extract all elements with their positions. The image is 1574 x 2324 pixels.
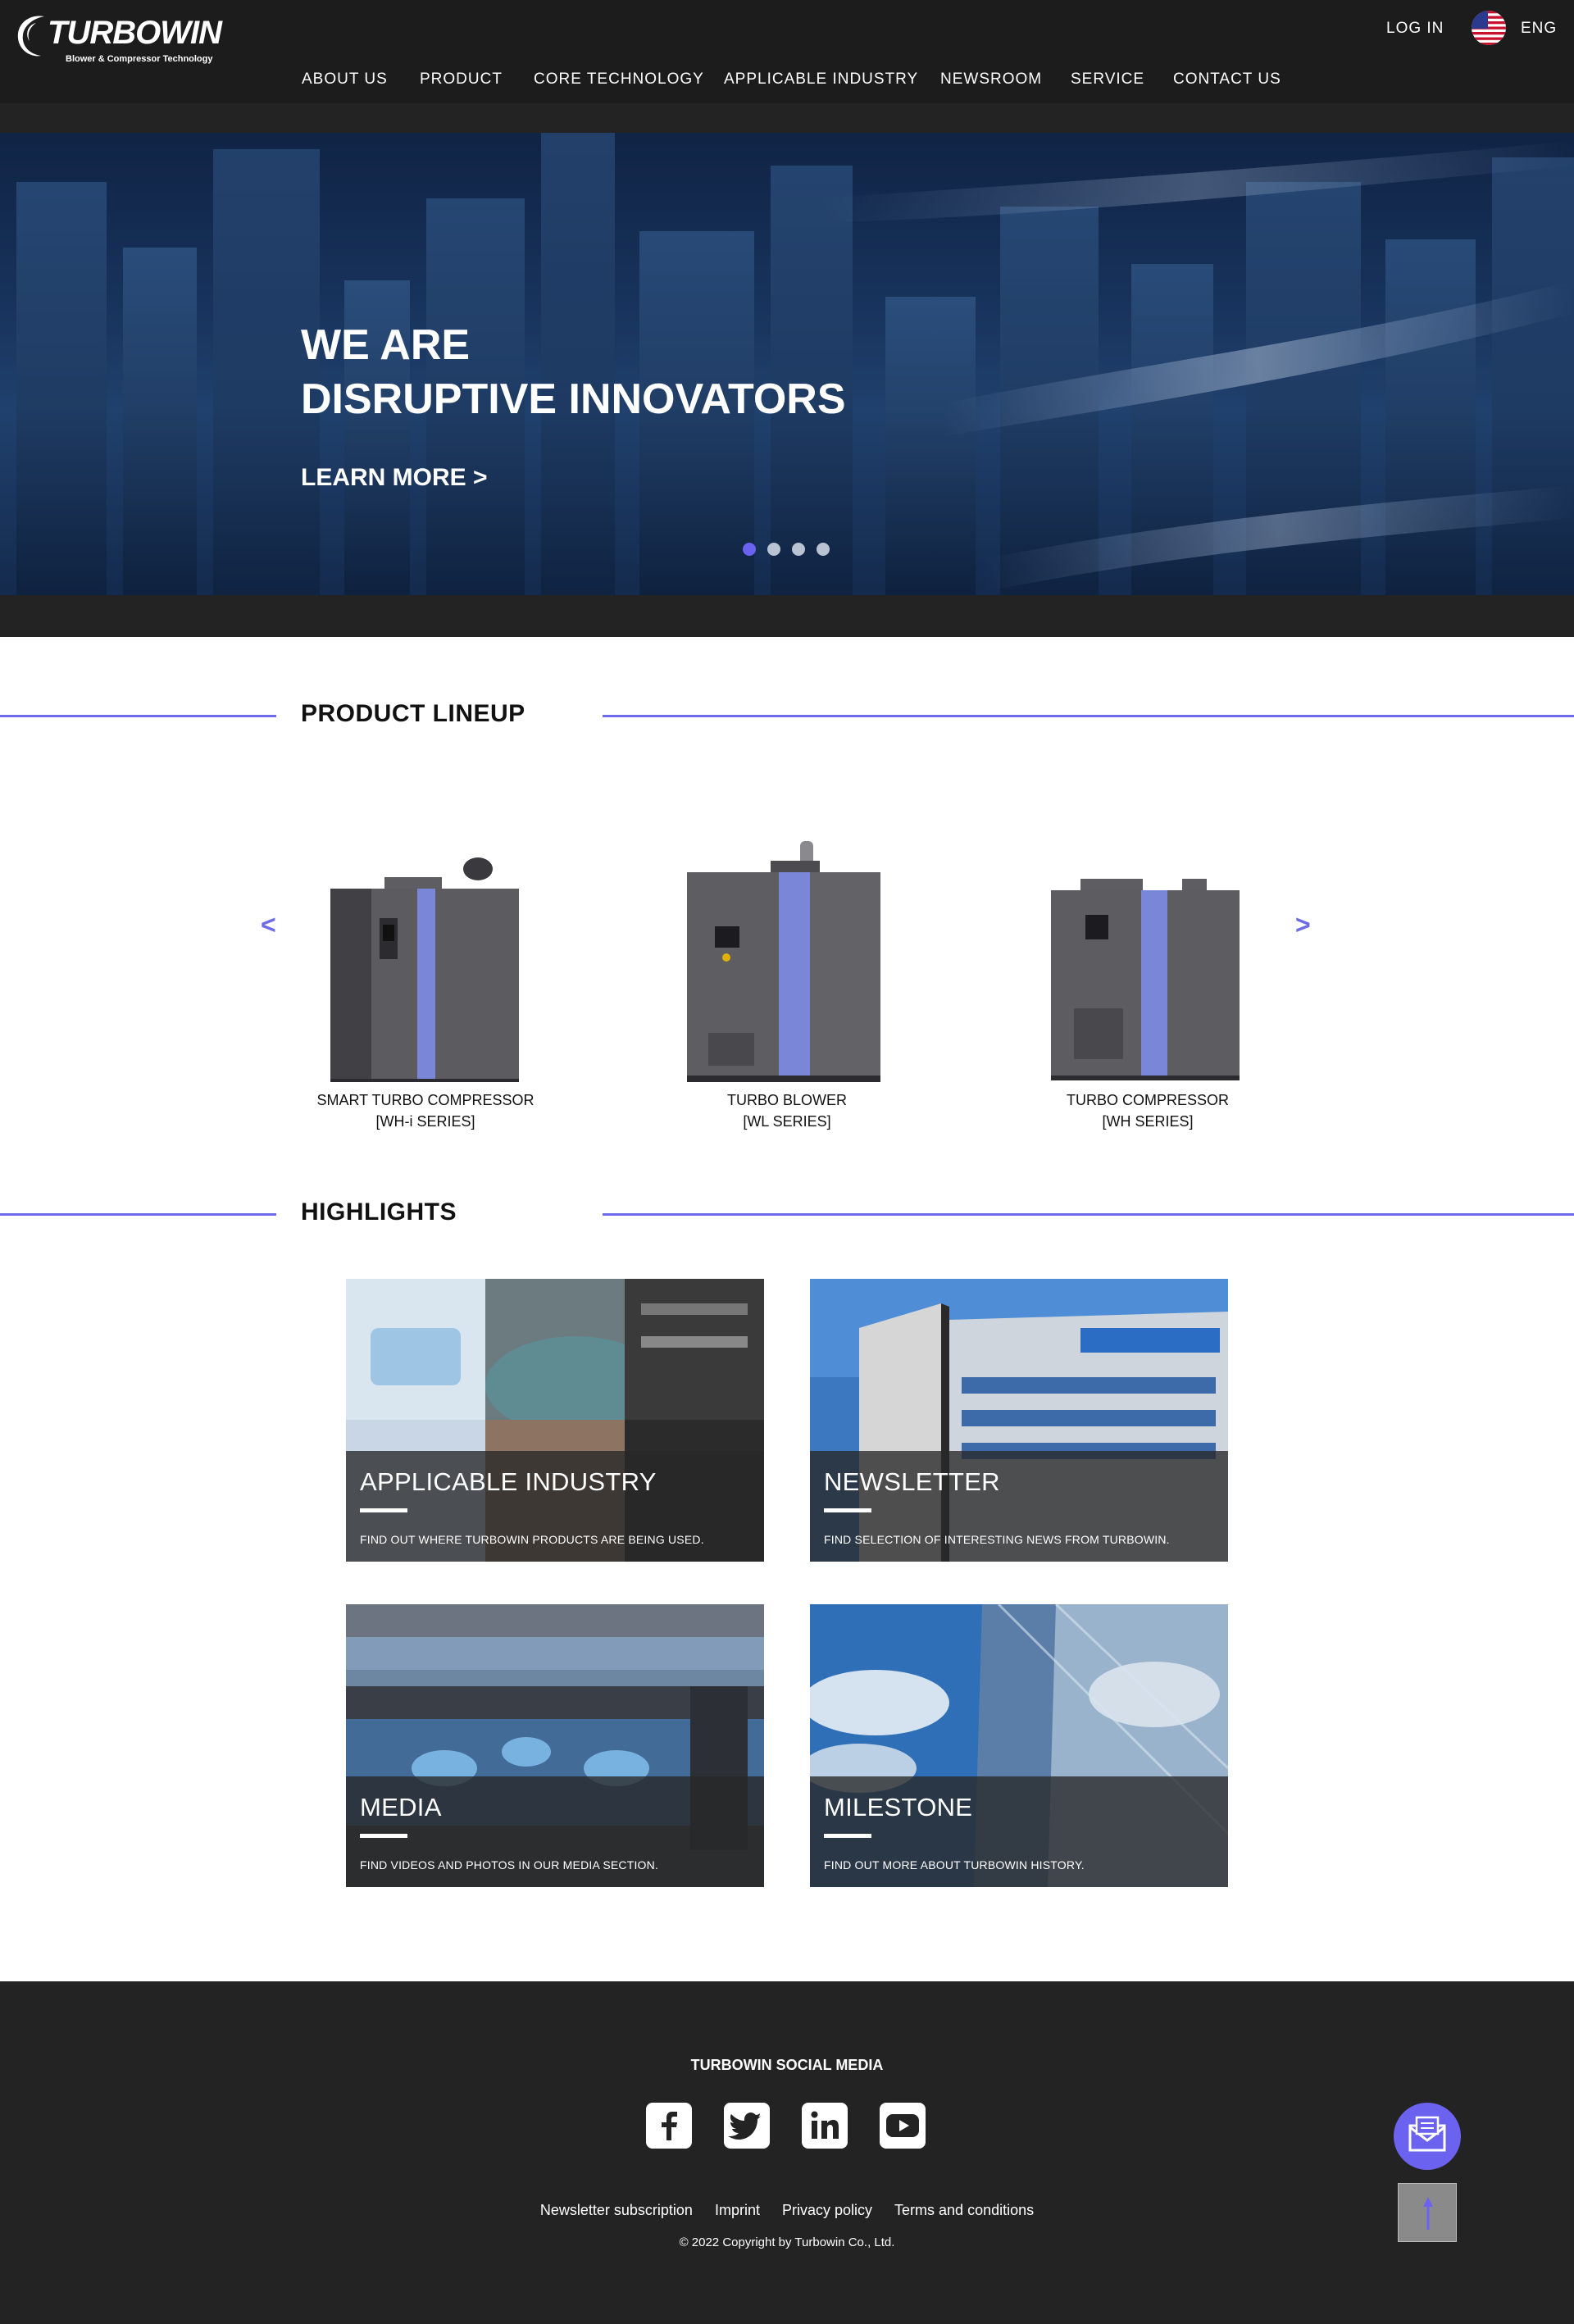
copyright-text: © 2022 Copyright by Turbowin Co., Ltd. (679, 2235, 895, 2249)
highlight-card-applicable-industry[interactable]: APPLICABLE INDUSTRY FIND OUT WHERE TURBO… (346, 1279, 764, 1562)
card-underline (360, 1508, 407, 1512)
card-title: NEWSLETTER (824, 1467, 1000, 1496)
product-name: TURBO BLOWER [WL SERIES] (656, 1089, 918, 1132)
envelope-icon (1408, 2116, 1446, 2152)
product-lineup-heading: PRODUCT LINEUP (301, 700, 525, 727)
card-caption: APPLICABLE INDUSTRY FIND OUT WHERE TURBO… (346, 1451, 764, 1562)
nav-product[interactable]: PRODUCT (420, 70, 503, 89)
login-link[interactable]: LOG IN (1386, 20, 1444, 38)
carousel-dot-3[interactable] (792, 543, 805, 556)
product-series: [WH SERIES] (1102, 1113, 1194, 1130)
card-underline (824, 1834, 871, 1838)
product-name: TURBO COMPRESSOR [WH SERIES] (1017, 1089, 1279, 1132)
nav-applicable-industry[interactable]: APPLICABLE INDUSTRY (724, 70, 918, 89)
product-card-wh-i[interactable]: SMART TURBO COMPRESSOR [WH-i SERIES] (294, 836, 557, 1131)
imprint-link[interactable]: Imprint (715, 2202, 760, 2218)
nav-core-technology[interactable]: CORE TECHNOLOGY (534, 70, 704, 89)
site-footer: TURBOWIN SOCIAL MEDIA Newsletter subscri… (0, 1981, 1574, 2324)
card-description: FIND OUT MORE ABOUT TURBOWIN HISTORY. (824, 1858, 1085, 1871)
arrow-up-icon (1423, 2197, 1433, 2230)
card-caption: MEDIA FIND VIDEOS AND PHOTOS IN OUR MEDI… (346, 1776, 764, 1887)
section-divider-left (0, 1213, 276, 1216)
nav-newsroom[interactable]: NEWSROOM (940, 70, 1042, 89)
product-title: TURBO COMPRESSOR (1066, 1092, 1230, 1108)
language-selector[interactable]: ENG (1521, 20, 1557, 38)
hero-section: WE ARE DISRUPTIVE INNOVATORS LEARN MORE … (0, 103, 1574, 637)
turbowin-logo[interactable]: TURBOWIN Blower & Compressor Technology (11, 10, 222, 64)
product-series: [WH-i SERIES] (375, 1113, 475, 1130)
card-title: APPLICABLE INDUSTRY (360, 1467, 657, 1496)
nav-contact-us[interactable]: CONTACT US (1173, 70, 1281, 89)
turbo-compressor-image (1051, 879, 1240, 1080)
product-card-wl[interactable]: TURBO BLOWER [WL SERIES] (656, 836, 918, 1131)
facebook-icon[interactable] (646, 2103, 692, 2149)
twitter-icon[interactable] (724, 2103, 770, 2149)
hero-title: WE ARE DISRUPTIVE INNOVATORS (301, 318, 846, 426)
product-title: TURBO BLOWER (726, 1092, 847, 1108)
social-links (646, 2103, 928, 2152)
highlight-card-newsletter[interactable]: NEWSLETTER FIND SELECTION OF INTERESTING… (810, 1279, 1228, 1562)
linkedin-icon[interactable] (802, 2103, 848, 2149)
learn-more-link[interactable]: LEARN MORE > (301, 464, 488, 492)
logo-tagline: Blower & Compressor Technology (66, 54, 213, 64)
nav-about-us[interactable]: ABOUT US (302, 70, 388, 89)
card-title: MILESTONE (824, 1793, 973, 1821)
card-title: MEDIA (360, 1793, 442, 1821)
smart-turbo-compressor-image (330, 857, 519, 1082)
product-prev-arrow[interactable]: < (261, 910, 276, 940)
card-caption: NEWSLETTER FIND SELECTION OF INTERESTING… (810, 1451, 1228, 1562)
section-divider-left (0, 715, 276, 717)
youtube-icon[interactable] (880, 2103, 926, 2149)
site-header: TURBOWIN Blower & Compressor Technology … (0, 0, 1574, 103)
hero-banner: WE ARE DISRUPTIVE INNOVATORS LEARN MORE … (0, 133, 1574, 595)
social-media-heading: TURBOWIN SOCIAL MEDIA (690, 2057, 884, 2073)
main-nav: ABOUT US PRODUCT CORE TECHNOLOGY APPLICA… (0, 70, 1574, 92)
us-flag-icon[interactable] (1472, 11, 1506, 45)
footer-links: Newsletter subscription Imprint Privacy … (0, 2202, 1574, 2219)
carousel-dot-1[interactable] (743, 543, 756, 556)
card-description: FIND VIDEOS AND PHOTOS IN OUR MEDIA SECT… (360, 1858, 659, 1871)
card-underline (824, 1508, 871, 1512)
card-description: FIND OUT WHERE TURBOWIN PRODUCTS ARE BEI… (360, 1533, 704, 1546)
product-card-wh[interactable]: TURBO COMPRESSOR [WH SERIES] (1017, 836, 1279, 1131)
carousel-dot-4[interactable] (817, 543, 830, 556)
carousel-dot-2[interactable] (767, 543, 780, 556)
product-title: SMART TURBO COMPRESSOR (316, 1092, 535, 1108)
terms-link[interactable]: Terms and conditions (894, 2202, 1034, 2218)
carousel-dots (743, 543, 833, 559)
card-description: FIND SELECTION OF INTERESTING NEWS FROM … (824, 1533, 1170, 1546)
hero-title-line1: WE ARE (301, 321, 471, 369)
product-series: [WL SERIES] (743, 1113, 831, 1130)
product-name: SMART TURBO COMPRESSOR [WH-i SERIES] (294, 1089, 557, 1132)
highlights-heading: HIGHLIGHTS (301, 1198, 457, 1226)
scroll-to-top-button[interactable] (1398, 2183, 1457, 2242)
section-divider-right (603, 715, 1574, 717)
section-divider-right (603, 1213, 1574, 1216)
logo-wordmark: TURBOWIN (48, 15, 222, 51)
card-underline (360, 1834, 407, 1838)
turbo-blower-image (687, 841, 880, 1082)
highlight-card-media[interactable]: MEDIA FIND VIDEOS AND PHOTOS IN OUR MEDI… (346, 1604, 764, 1887)
newsletter-subscription-link[interactable]: Newsletter subscription (540, 2202, 693, 2218)
highlight-card-milestone[interactable]: MILESTONE FIND OUT MORE ABOUT TURBOWIN H… (810, 1604, 1228, 1887)
product-next-arrow[interactable]: > (1295, 910, 1311, 940)
card-caption: MILESTONE FIND OUT MORE ABOUT TURBOWIN H… (810, 1776, 1228, 1887)
newsletter-mail-button[interactable] (1394, 2103, 1461, 2170)
hero-title-line2: DISRUPTIVE INNOVATORS (301, 375, 846, 423)
privacy-policy-link[interactable]: Privacy policy (782, 2202, 872, 2218)
nav-service[interactable]: SERVICE (1071, 70, 1144, 89)
